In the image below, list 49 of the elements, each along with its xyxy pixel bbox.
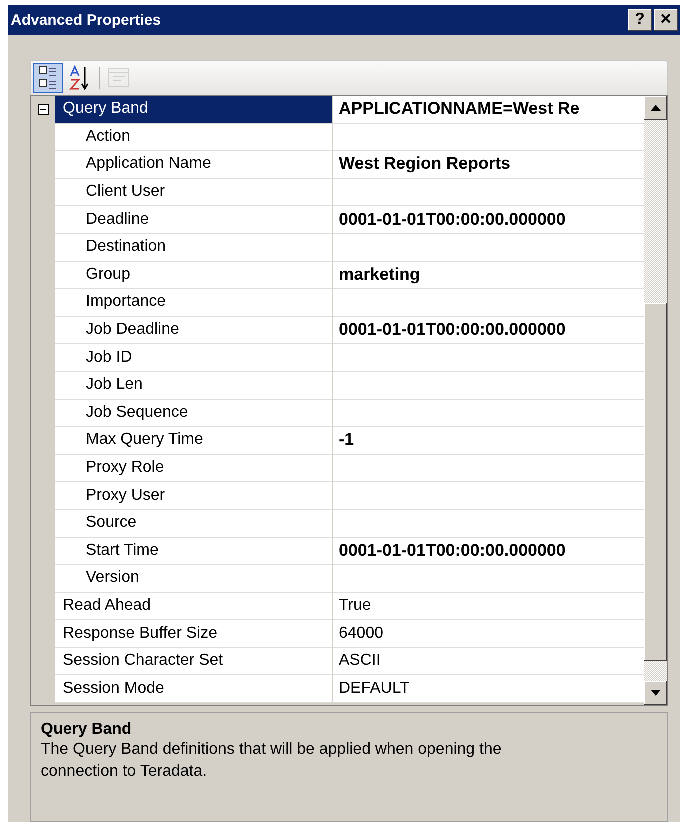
property-name[interactable]: Destination xyxy=(55,234,333,262)
property-name[interactable]: Job Sequence xyxy=(55,400,333,428)
collapse-icon[interactable] xyxy=(38,104,48,116)
down-arrow-icon xyxy=(650,690,660,696)
property-value[interactable]: 0001-01-01T00:00:00.000000 xyxy=(333,538,644,566)
property-value[interactable]: West Region Reports xyxy=(333,151,644,179)
help-button[interactable]: ? xyxy=(628,9,652,31)
property-name[interactable]: Proxy Role xyxy=(55,454,333,482)
property-name[interactable]: Job Deadline xyxy=(55,316,333,344)
up-arrow-icon xyxy=(650,105,660,111)
property-name[interactable]: Start Time xyxy=(55,538,333,566)
description-text: The Query Band definitions that will be applied when opening the connection to Teradata. xyxy=(41,740,503,782)
property-name[interactable]: Session Mode xyxy=(55,675,333,704)
scroll-up-button[interactable] xyxy=(644,96,667,120)
property-value[interactable]: True xyxy=(333,592,644,620)
scroll-down-button[interactable] xyxy=(644,681,667,705)
scroll-thumb[interactable] xyxy=(644,303,667,661)
property-name[interactable]: Job ID xyxy=(55,344,333,372)
property-name[interactable]: Proxy User xyxy=(55,482,333,510)
categorized-button[interactable] xyxy=(33,63,63,93)
property-value[interactable]: 64000 xyxy=(333,620,644,648)
sort-icon xyxy=(69,65,91,91)
description-title: Query Band xyxy=(41,721,133,739)
property-name[interactable]: Importance xyxy=(55,289,333,317)
property-name[interactable]: Source xyxy=(55,510,333,538)
property-name[interactable]: Action xyxy=(55,124,333,152)
property-name[interactable]: Job Len xyxy=(55,372,333,400)
categorized-icon xyxy=(39,65,57,91)
property-value[interactable]: 0001-01-01T00:00:00.000000 xyxy=(333,316,644,344)
scrollbar[interactable] xyxy=(644,96,667,705)
property-name[interactable]: Read Ahead xyxy=(55,592,333,620)
property-pages-icon xyxy=(108,68,130,88)
property-name[interactable]: Max Query Time xyxy=(55,427,333,455)
property-value[interactable]: -1 xyxy=(333,427,644,455)
property-name[interactable]: Response Buffer Size xyxy=(55,620,333,648)
property-value[interactable]: marketing xyxy=(333,262,644,290)
close-button[interactable]: × xyxy=(654,9,678,31)
property-name[interactable]: Session Character Set xyxy=(55,648,333,676)
property-name[interactable]: Group xyxy=(55,262,333,290)
property-value[interactable]: 0001-01-01T00:00:00.000000 xyxy=(333,206,644,234)
property-value[interactable]: ASCII xyxy=(333,648,644,676)
property-name[interactable]: Client User xyxy=(55,178,333,206)
property-name[interactable]: Deadline xyxy=(55,206,333,234)
property-value[interactable]: DEFAULT xyxy=(333,675,644,704)
window-title: Advanced Properties xyxy=(11,12,162,28)
property-value[interactable]: APPLICATIONNAME=West Re xyxy=(333,96,644,124)
property-name[interactable]: Version xyxy=(55,565,333,593)
property-name[interactable]: Query Band xyxy=(55,96,333,124)
property-name[interactable]: Application Name xyxy=(55,151,333,179)
